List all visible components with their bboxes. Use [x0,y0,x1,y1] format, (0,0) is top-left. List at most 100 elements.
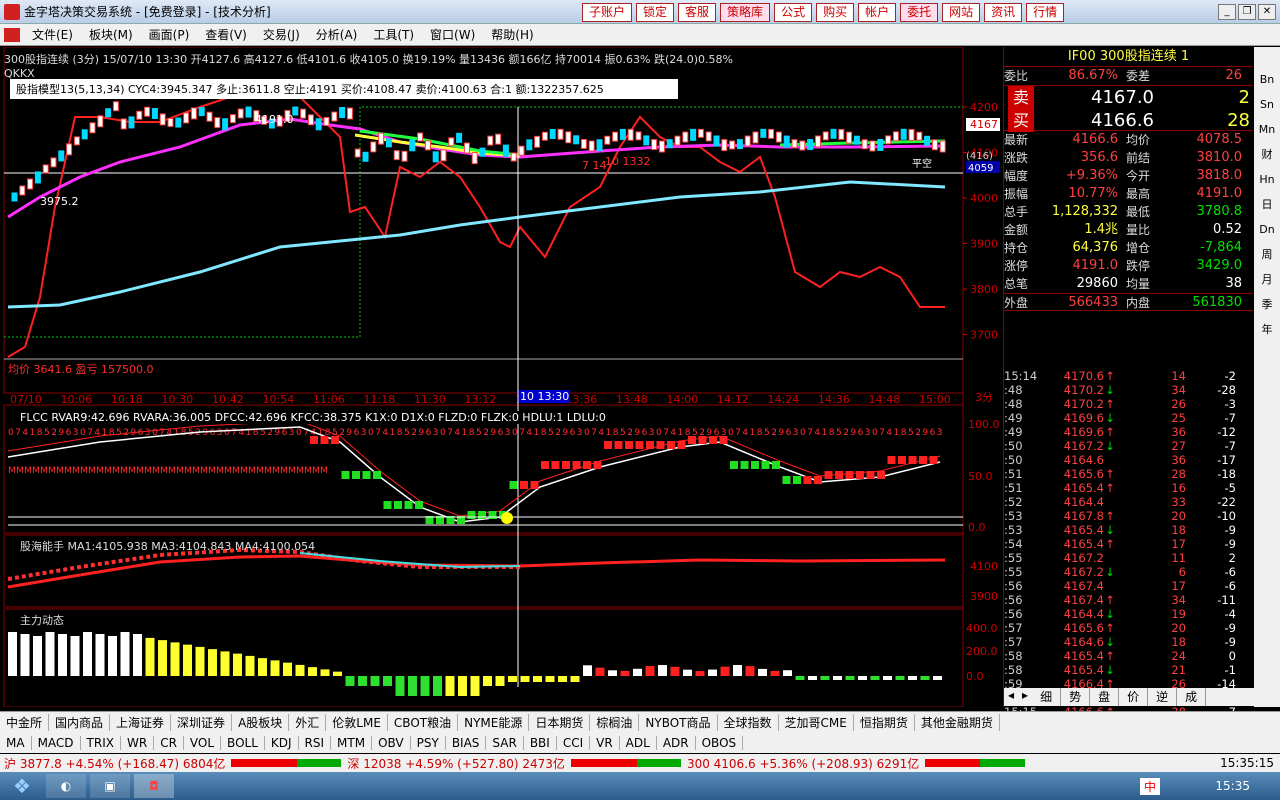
quote-value: 4191.0 [1072,258,1119,273]
chart-area[interactable]: 4200 4100 4000 3900 3800 3700 07/10 10:06 10:18 1… [0,47,1003,707]
restore-icon[interactable]: ❐ [1238,4,1256,20]
menu-item-5[interactable]: 分析(A) [308,26,366,43]
indicator-tab-17[interactable]: ADL [620,736,657,750]
candle [11,192,18,202]
indicator-tab-3[interactable]: WR [121,736,155,750]
indicator-tab-8[interactable]: RSI [299,736,332,750]
indicator-tab-14[interactable]: BBI [524,736,557,750]
browser-icon[interactable]: ◐ [46,774,86,798]
quote-tab-4[interactable]: 逆 [1148,688,1178,706]
main-y-label: 4200 [970,101,998,114]
top-button-5[interactable]: 购买 [816,3,855,22]
indicator-tab-19[interactable]: OBOS [696,736,744,750]
top-button-1[interactable]: 锁定 [636,3,675,22]
menu-item-8[interactable]: 帮助(H) [483,26,541,43]
ime-indicator[interactable]: 中 [1139,777,1160,795]
indicator-tab-9[interactable]: MTM [331,736,373,750]
market-tab-7[interactable]: CBOT粮油 [388,714,459,731]
menu-item-0[interactable]: 文件(E) [24,26,81,43]
tick-row: :58 4165.4 ↑ 24 0 [1004,649,1254,663]
market-tab-8[interactable]: NYME能源 [458,714,530,731]
top-button-8[interactable]: 网站 [942,3,981,22]
sidebar-item-4[interactable]: Hn [1254,169,1280,191]
quote-tab-1[interactable]: 势 [1061,688,1091,706]
top-button-7[interactable]: 委托 [900,3,939,22]
sidebar-item-10[interactable]: 年 [1254,319,1280,341]
menu-item-4[interactable]: 交易(J) [255,26,308,43]
quote-tab-3[interactable]: 价 [1119,688,1149,706]
flcc-block [814,476,822,484]
start-button[interactable]: ❖ [0,772,44,800]
indicator-tab-4[interactable]: CR [154,736,184,750]
top-button-4[interactable]: 公式 [774,3,813,22]
market-tab-11[interactable]: NYBOT商品 [639,714,718,731]
market-tab-0[interactable]: 中金所 [0,714,50,731]
menu-item-1[interactable]: 板块(M) [81,26,141,43]
flcc-digit: 8 [37,428,43,438]
tick-list[interactable]: 15:14 4170.6 ↑ 14 -2:48 4170.2 ↓ 34 -28:48 4170.2… [1004,369,1254,719]
indicator-tab-6[interactable]: BOLL [221,736,265,750]
quote-value2: 0.52 [1213,222,1242,237]
top-button-6[interactable]: 帐户 [858,3,897,22]
minimize-icon[interactable]: _ [1218,4,1236,20]
market-tab-9[interactable]: 日本期货 [529,714,591,731]
sidebar-item-8[interactable]: 月 [1254,269,1280,291]
market-tab-5[interactable]: 外汇 [289,714,327,731]
sidebar-item-3[interactable]: 财 [1254,144,1280,166]
scroll-left-icon[interactable]: ◂ [1004,688,1018,706]
market-tab-4[interactable]: A股板块 [232,714,290,731]
indicator-tab-1[interactable]: MACD [32,736,81,750]
indicator-tab-13[interactable]: SAR [486,736,524,750]
sidebar-item-7[interactable]: 周 [1254,244,1280,266]
top-button-2[interactable]: 客服 [678,3,717,22]
market-tab-14[interactable]: 恒指期货 [854,714,915,731]
top-button-9[interactable]: 资讯 [984,3,1023,22]
indicator-tab-0[interactable]: MA [0,736,32,750]
menu-item-6[interactable]: 工具(T) [365,26,422,43]
top-button-3[interactable]: 策略库 [720,3,771,22]
indicator-tab-2[interactable]: TRIX [81,736,121,750]
quote-tab-2[interactable]: 盘 [1090,688,1120,706]
indicator-tab-10[interactable]: OBV [372,736,411,750]
close-icon[interactable]: ✕ [1258,4,1276,20]
market-tab-10[interactable]: 棕榈油 [590,714,640,731]
app-taskbar-icon[interactable]: ◘ [134,774,174,798]
market-tab-15[interactable]: 其他金融期货 [915,714,1000,731]
indicator-tab-5[interactable]: VOL [184,736,222,750]
sidebar-item-0[interactable]: Bn [1254,69,1280,91]
sidebar-item-6[interactable]: Dn [1254,219,1280,241]
market-tab-6[interactable]: 伦敦LME [326,714,388,731]
market-tab-2[interactable]: 上海证券 [110,714,172,731]
indicator-tab-11[interactable]: PSY [411,736,446,750]
top-button-10[interactable]: 行情 [1026,3,1065,22]
market-tab-1[interactable]: 国内商品 [49,714,111,731]
top-button-0[interactable]: 子账户 [582,3,633,22]
market-tab-13[interactable]: 芝加哥CME [779,714,854,731]
quote-tab-5[interactable]: 成 [1177,688,1207,706]
indicator-tab-18[interactable]: ADR [657,736,696,750]
flcc-digit: 3 [217,428,223,438]
indicator-tab-15[interactable]: CCI [557,736,591,750]
sidebar-item-2[interactable]: Mn [1254,119,1280,141]
sidebar-item-5[interactable]: 日 [1254,194,1280,216]
flcc-block [793,476,801,484]
market-tab-3[interactable]: 深圳证券 [171,714,233,731]
terminal-icon[interactable]: ▣ [90,774,130,798]
scroll-right-icon[interactable]: ▸ [1018,688,1032,706]
candle [471,152,478,165]
indicator-tab-16[interactable]: VR [590,736,620,750]
quote-tab-0[interactable]: 细 [1032,688,1062,706]
menu-item-7[interactable]: 窗口(W) [422,26,483,43]
indicator-tab-7[interactable]: KDJ [265,736,299,750]
indicator-tab-12[interactable]: BIAS [446,736,487,750]
time-label: 10:42 [212,393,244,406]
market-tab-12[interactable]: 全球指数 [718,714,779,731]
tick-change: -17 [1217,453,1236,467]
flcc-digit: 8 [613,428,619,438]
sidebar-item-9[interactable]: 季 [1254,294,1280,316]
time-label: 11:06 [313,393,345,406]
menu-item-2[interactable]: 画面(P) [141,26,198,43]
menu-item-3[interactable]: 查看(V) [197,26,255,43]
quote-value: +9.36% [1065,168,1118,183]
sidebar-item-1[interactable]: Sn [1254,94,1280,116]
